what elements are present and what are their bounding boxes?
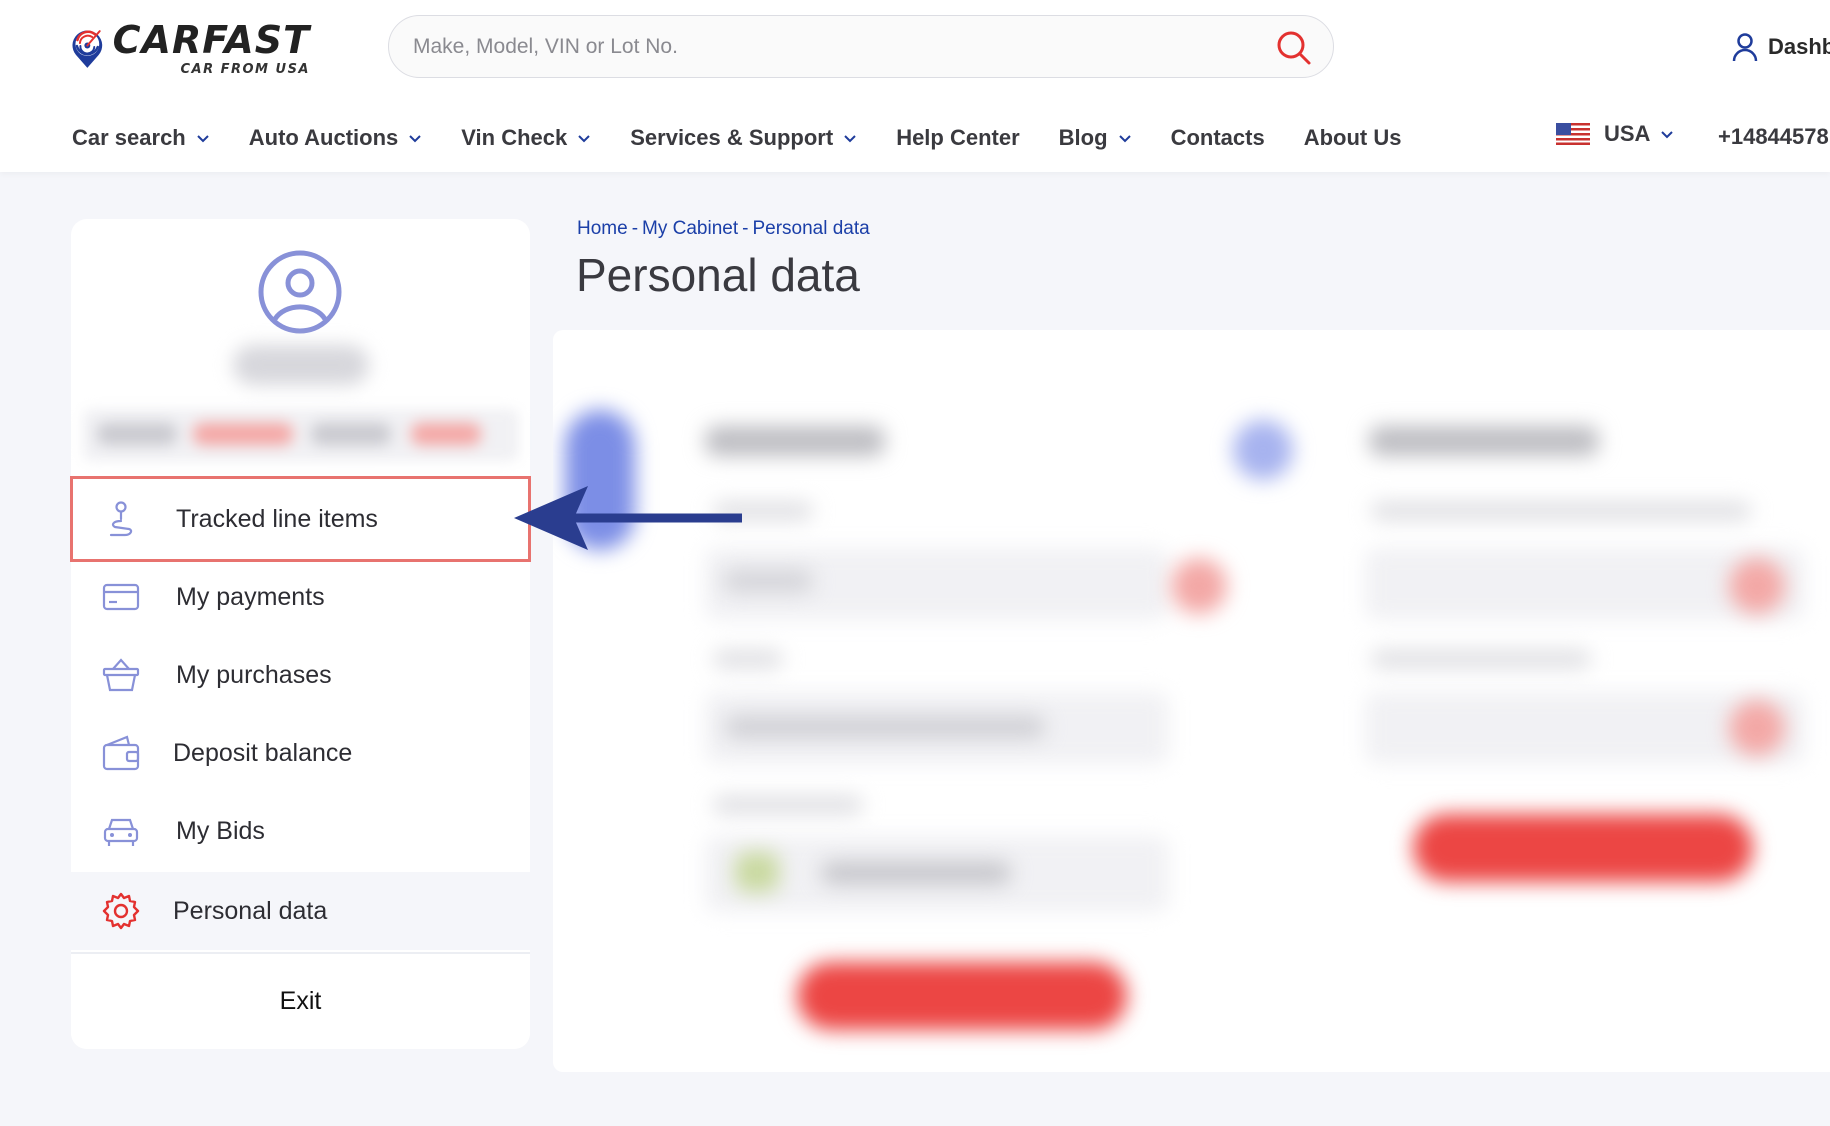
chevron-down-icon — [409, 135, 421, 143]
breadcrumb-separator: - — [631, 218, 639, 239]
chevron-down-icon — [578, 135, 590, 143]
nav-blog[interactable]: Blog — [1059, 125, 1132, 151]
nav-services-support[interactable]: Services & Support — [630, 125, 857, 151]
search-input[interactable] — [413, 26, 1233, 68]
main-nav: Car search Auto Auctions Vin Check Servi… — [72, 120, 1440, 156]
blurred-label — [713, 796, 863, 814]
dashboard-label: Dashb — [1768, 34, 1830, 59]
phone-number[interactable]: +14844578 — [1718, 124, 1829, 150]
blurred-heading — [1369, 426, 1599, 456]
nav-contacts-label: Contacts — [1170, 125, 1265, 150]
blurred-label — [1371, 650, 1591, 668]
route-pin-icon — [109, 501, 133, 537]
user-circle-icon — [258, 250, 342, 334]
nav-contacts[interactable]: Contacts — [1171, 125, 1265, 151]
sidebar-item-personal-data[interactable]: Personal data — [71, 872, 530, 950]
sidebar-item-my-bids[interactable]: My Bids — [71, 793, 530, 869]
blurred-flag — [735, 852, 779, 892]
sidebar-item-tracked-line-items[interactable]: Tracked line items — [71, 481, 530, 557]
sidebar-item-label: My payments — [176, 582, 325, 611]
blurred-section-icon — [1233, 420, 1293, 480]
carfast-logo-icon — [72, 30, 103, 68]
nav-auto-auctions[interactable]: Auto Auctions — [249, 125, 423, 151]
exit-button[interactable]: Exit — [71, 952, 530, 1049]
credit-card-icon — [102, 583, 140, 611]
blurred-edit-icon — [1171, 558, 1227, 614]
chevron-down-icon — [844, 135, 856, 143]
basket-icon — [102, 658, 140, 692]
sidebar-item-label: Personal data — [173, 896, 328, 925]
blurred-label — [1371, 502, 1751, 520]
car-icon — [103, 818, 139, 846]
nav-about-us-label: About Us — [1303, 125, 1402, 150]
user-icon — [1732, 33, 1758, 62]
nav-car-search[interactable]: Car search — [72, 125, 210, 151]
blurred-heading — [705, 426, 885, 456]
nav-help-center[interactable]: Help Center — [896, 125, 1019, 151]
blurred-input-text — [821, 862, 1011, 884]
user-name-blurred — [233, 345, 369, 385]
breadcrumb-my-cabinet[interactable]: My Cabinet — [642, 218, 738, 239]
country-selector[interactable]: USA — [1556, 121, 1674, 147]
search-bar — [388, 15, 1334, 78]
sidebar-item-deposit-balance[interactable]: Deposit balance — [71, 715, 530, 791]
sidebar-item-label: Tracked line items — [176, 504, 378, 533]
us-flag-icon — [1556, 123, 1590, 145]
breadcrumb: Home - My Cabinet - Personal data — [577, 218, 870, 240]
breadcrumb-current: Personal data — [752, 218, 870, 239]
sidebar-item-my-payments[interactable]: My payments — [71, 559, 530, 635]
blurred-label — [713, 650, 783, 668]
dashboard-link[interactable]: Dashb — [1732, 30, 1830, 64]
breadcrumb-home[interactable]: Home — [577, 218, 628, 239]
sidebar-item-my-purchases[interactable]: My purchases — [71, 637, 530, 713]
nav-services-support-label: Services & Support — [630, 125, 834, 150]
nav-vin-check[interactable]: Vin Check — [461, 125, 591, 151]
breadcrumb-separator: - — [742, 218, 749, 239]
gear-icon — [102, 892, 140, 930]
nav-vin-check-label: Vin Check — [461, 125, 568, 150]
sidebar-item-label: My Bids — [176, 816, 265, 845]
nav-about-us[interactable]: About Us — [1304, 125, 1402, 151]
site-header: CARFAST CAR FROM USA Dashb Car search Au… — [0, 0, 1830, 172]
blurred-change-password-button — [1413, 814, 1753, 882]
logo-title: CARFAST — [112, 17, 310, 62]
wallet-icon — [102, 735, 140, 771]
personal-data-panel-blurred — [553, 330, 1830, 1072]
carfast-logo[interactable]: CARFAST CAR FROM USA — [70, 6, 310, 90]
nav-car-search-label: Car search — [72, 125, 186, 150]
logo-subtitle: CAR FROM USA — [180, 61, 310, 77]
chevron-down-icon — [1118, 135, 1131, 143]
search-icon[interactable] — [1275, 29, 1313, 67]
sidebar-item-label: Deposit balance — [173, 738, 353, 767]
pointer-arrow-icon — [514, 486, 742, 550]
blurred-input-text — [723, 570, 813, 592]
nav-auto-auctions-label: Auto Auctions — [248, 125, 399, 150]
nav-help-center-label: Help Center — [896, 125, 1020, 150]
blurred-eye-icon — [1729, 558, 1785, 614]
blurred-eye-icon — [1729, 700, 1785, 756]
account-sidebar: Tracked line items My payments My purcha… — [71, 219, 530, 1049]
sidebar-item-label: My purchases — [176, 660, 332, 689]
nav-blog-label: Blog — [1058, 125, 1108, 150]
chevron-down-icon — [1661, 131, 1674, 139]
chevron-down-icon — [197, 135, 209, 143]
user-stats-blurred — [83, 409, 519, 461]
blurred-save-button — [797, 962, 1127, 1030]
country-label: USA — [1604, 121, 1651, 146]
page-title: Personal data — [576, 249, 860, 301]
blurred-input-text — [725, 716, 1045, 738]
